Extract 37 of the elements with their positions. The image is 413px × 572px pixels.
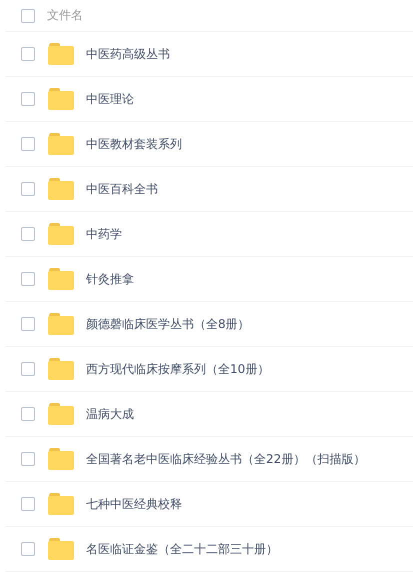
folder-icon bbox=[48, 88, 74, 110]
checkbox[interactable] bbox=[21, 542, 35, 556]
file-name[interactable]: 颜德磬临床医学丛书（全8册） bbox=[86, 316, 250, 332]
checkbox[interactable] bbox=[21, 407, 35, 421]
file-name[interactable]: 中医教材套装系列 bbox=[86, 136, 182, 152]
folder-icon bbox=[48, 313, 74, 335]
folder-icon bbox=[48, 358, 74, 380]
checkbox[interactable] bbox=[21, 137, 35, 151]
file-name[interactable]: 名医临证金鉴（全二十二部三十册） bbox=[86, 540, 278, 558]
file-name[interactable]: 针灸推拿 bbox=[86, 270, 134, 288]
file-name[interactable]: 中医药高级丛书 bbox=[86, 46, 170, 62]
file-name[interactable]: 西方现代临床按摩系列（全10册） bbox=[86, 360, 270, 378]
file-name[interactable]: 温病大成 bbox=[86, 406, 134, 422]
checkbox[interactable] bbox=[21, 317, 35, 331]
folder-icon bbox=[48, 403, 74, 425]
folder-icon bbox=[48, 493, 74, 515]
checkbox[interactable] bbox=[21, 497, 35, 511]
file-name[interactable]: 七种中医经典校释 bbox=[86, 496, 182, 512]
folder-icon bbox=[48, 133, 74, 155]
folder-icon bbox=[48, 448, 74, 470]
folder-icon bbox=[48, 268, 74, 290]
checkbox[interactable] bbox=[21, 452, 35, 466]
file-name[interactable]: 全国著名老中医临床经验丛书（全22册）（扫描版） bbox=[86, 450, 366, 468]
folder-icon bbox=[48, 43, 74, 65]
checkbox[interactable] bbox=[21, 92, 35, 106]
folder-icon bbox=[48, 178, 74, 200]
file-name[interactable]: 中医理论 bbox=[86, 90, 134, 108]
checkbox[interactable] bbox=[21, 47, 35, 61]
checkbox[interactable] bbox=[21, 182, 35, 196]
file-name[interactable]: 中药学 bbox=[86, 226, 122, 242]
checkbox[interactable] bbox=[21, 227, 35, 241]
checkbox[interactable] bbox=[21, 362, 35, 376]
checkbox[interactable] bbox=[21, 8, 35, 22]
folder-icon bbox=[48, 223, 74, 245]
checkbox[interactable] bbox=[21, 272, 35, 286]
file-name[interactable]: 中医百科全书 bbox=[86, 180, 158, 198]
folder-icon bbox=[48, 538, 74, 560]
